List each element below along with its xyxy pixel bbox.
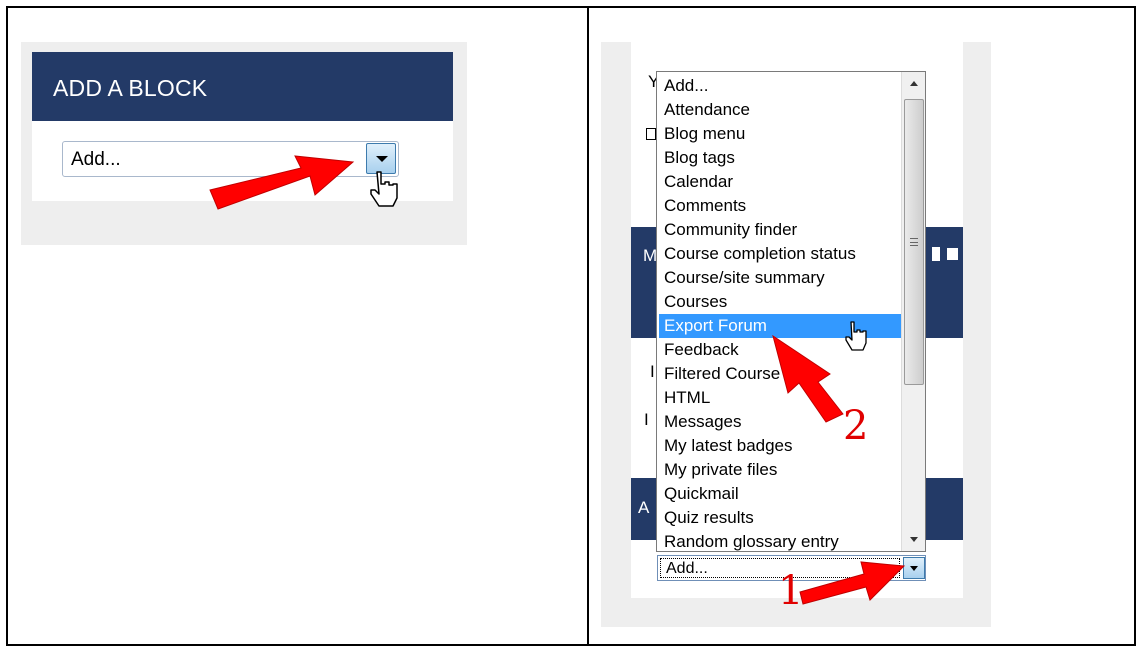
red-arrow-icon (799, 561, 906, 605)
step-number-2: 2 (843, 403, 869, 449)
hand-cursor-icon (845, 321, 867, 351)
annotation-overlay (209, 155, 906, 605)
red-arrow-icon (772, 334, 844, 423)
step-number-1: 1 (778, 568, 804, 614)
hand-cursor-icon (370, 171, 398, 207)
red-arrow-icon (209, 155, 355, 210)
